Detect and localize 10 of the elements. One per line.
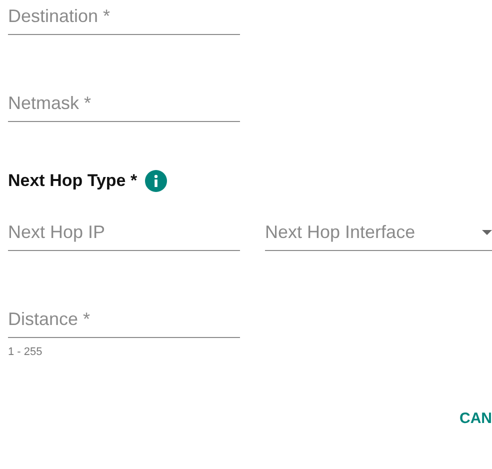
section-label: Next Hop Type * <box>8 171 138 191</box>
info-icon[interactable] <box>145 170 168 192</box>
text-field[interactable]: Destination * <box>8 6 240 35</box>
cancel-button[interactable]: CAN <box>460 410 492 427</box>
hint-text: 1 - 255 <box>8 346 44 358</box>
interface-dropdown[interactable]: Next Hop Interface <box>265 222 492 251</box>
ip-field[interactable]: Next Hop IP <box>8 222 240 251</box>
distance-field[interactable]: Distance * <box>8 309 240 338</box>
caret-icon <box>482 230 492 235</box>
text-field[interactable]: Netmask * <box>8 93 240 122</box>
